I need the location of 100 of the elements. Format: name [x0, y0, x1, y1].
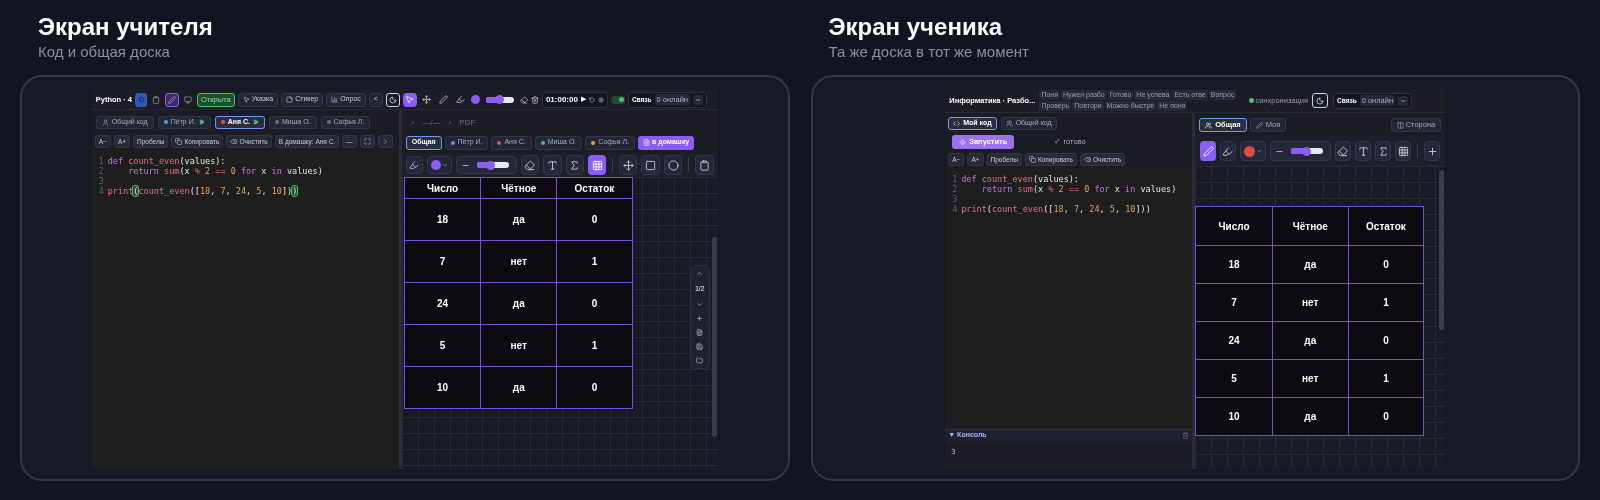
cursor-tool-button[interactable] [402, 92, 417, 107]
line-number: 1 [97, 156, 105, 166]
highlighter-icon [456, 95, 466, 104]
table-cell-text: 24 [1228, 334, 1240, 348]
theme-button[interactable] [1312, 93, 1329, 108]
pen-icon [1202, 145, 1214, 157]
lightning-icon [959, 138, 967, 146]
formula-tool-button[interactable] [1375, 141, 1392, 161]
pen-tool-button[interactable] [1200, 141, 1216, 161]
rect-tool-button[interactable] [641, 155, 660, 175]
document-icon [642, 139, 650, 146]
table-cell-text: да [1304, 334, 1317, 348]
screen-title: Экран учителя [38, 12, 214, 42]
ellipse-tool-button[interactable] [663, 155, 683, 175]
column-header: Число [1218, 219, 1250, 234]
scrollbar[interactable] [711, 237, 717, 437]
table-cell-text: да [512, 213, 525, 227]
pdf-label: PDF [459, 117, 476, 129]
highlighter-tool-button[interactable] [1219, 141, 1236, 161]
table-cell-text: 0 [1383, 410, 1389, 424]
expand-button[interactable] [693, 94, 703, 105]
line-number: 1 [951, 174, 959, 184]
code-line: print(count_even([18, 7, 24, 5, 10])) [107, 186, 298, 196]
pen-icon [1255, 121, 1263, 129]
settings-icon [597, 96, 604, 103]
next-page-button[interactable]: › [448, 117, 452, 129]
color-picker[interactable] [1239, 141, 1266, 161]
previous-page-button[interactable]: ‹ [411, 117, 415, 129]
data-table[interactable]: Число Чётное Остаток 18 да 0 7 нет 1 24 да 0 5 нет 1 10 да 0 [1195, 206, 1425, 436]
document-icon [696, 328, 704, 336]
text-tool-button[interactable] [1355, 141, 1372, 161]
chevron-up-icon [696, 270, 704, 277]
timer: 01:00:00 [545, 93, 578, 106]
fullscreen-button[interactable] [359, 135, 375, 148]
scrollbar[interactable] [1439, 170, 1445, 330]
text-tool-button[interactable] [543, 155, 562, 175]
column-header: Остаток [574, 181, 615, 196]
eraser-icon [524, 159, 536, 171]
table-cell-text: 1 [1383, 296, 1389, 310]
theme-button[interactable] [385, 92, 400, 107]
backspace-icon [230, 138, 238, 145]
line-number: 2 [951, 184, 959, 194]
table-icon [591, 159, 603, 171]
code-line: def count_even(values): [961, 174, 1079, 184]
stroke-slider[interactable] [476, 162, 509, 168]
chevron-down-icon [696, 300, 704, 308]
move-icon [422, 95, 432, 104]
line-number: 4 [97, 186, 105, 196]
clipboard-icon [152, 95, 160, 104]
eraser-icon [519, 95, 528, 104]
color-picker[interactable] [426, 156, 452, 174]
table-tool-button[interactable] [588, 155, 607, 175]
table-cell-text: 7 [1231, 296, 1237, 310]
column-header: Чётное [1292, 219, 1328, 234]
pointer-icon [242, 96, 250, 103]
pen-tool-button[interactable] [405, 156, 423, 174]
eraser-tool-button[interactable] [520, 155, 540, 175]
stroke-slider[interactable] [1290, 148, 1323, 154]
code-icon [953, 119, 961, 127]
text-icon [546, 159, 558, 171]
table-tool-button[interactable] [1395, 141, 1412, 161]
table-cell-text: 24 [437, 297, 449, 311]
pen-icon [168, 95, 176, 104]
fullscreen-icon [363, 138, 371, 145]
column-header: Число [427, 181, 459, 196]
text-icon [1357, 145, 1369, 157]
table-cell-text: 18 [437, 213, 449, 227]
bar-chart-icon [331, 96, 339, 103]
table-cell-text: да [512, 381, 525, 395]
code-line: return sum(x % 2 == 0 for x in values) [127, 166, 323, 176]
move-tool-button[interactable] [419, 92, 434, 107]
board-canvas[interactable]: Число Чётное Остаток 18 да 0 7 нет 1 24 да 0 5 нет 1 10 да 0 [1195, 166, 1446, 469]
cursor-icon [405, 95, 415, 104]
expand-button[interactable] [1398, 95, 1409, 106]
move-tool-button[interactable] [619, 155, 638, 175]
color-swatch[interactable] [470, 95, 480, 104]
columns-icon [1396, 121, 1404, 129]
eraser-tool-button[interactable] [1334, 141, 1352, 161]
table-cell-text: 0 [591, 381, 598, 395]
line-number: 3 [97, 176, 105, 186]
screen-button[interactable] [135, 92, 147, 107]
ellipse-icon [667, 159, 679, 171]
table-cell-text: да [1304, 410, 1317, 424]
sticker-tool-button[interactable] [695, 155, 714, 175]
users-icon [1205, 121, 1213, 129]
data-table[interactable]: Число Чётное Остаток 18 да 0 7 нет 1 24 да 0 5 нет 1 10 да 0 [403, 177, 633, 409]
more-tool-button[interactable] [1424, 141, 1441, 161]
move-icon [622, 159, 634, 171]
code-editor[interactable]: 1 def count_even(values): 2 return sum(x % 2 == 0 for x in values) 3 4 print(count_even([18, 7, 24, 5, 10])) [945, 168, 1193, 429]
formula-tool-button[interactable] [565, 155, 585, 175]
user-icon [101, 118, 109, 126]
copy-icon [175, 138, 183, 145]
code-line: return sum(x % 2 == 0 for x in values) [980, 184, 1177, 194]
stroke-slider[interactable] [485, 96, 514, 103]
draw-button[interactable] [165, 92, 179, 107]
table-cell-text: 5 [439, 339, 446, 353]
sync-toggle[interactable] [610, 95, 625, 104]
code-line: def count_even(values): [107, 156, 226, 166]
table-cell-text: нет [510, 255, 527, 269]
code-editor[interactable]: 1 def count_even(values): 2 return sum(x % 2 == 0 for x in values) 3 4 print(count_even([18, 7, 24, 5, 10])) [91, 150, 399, 469]
